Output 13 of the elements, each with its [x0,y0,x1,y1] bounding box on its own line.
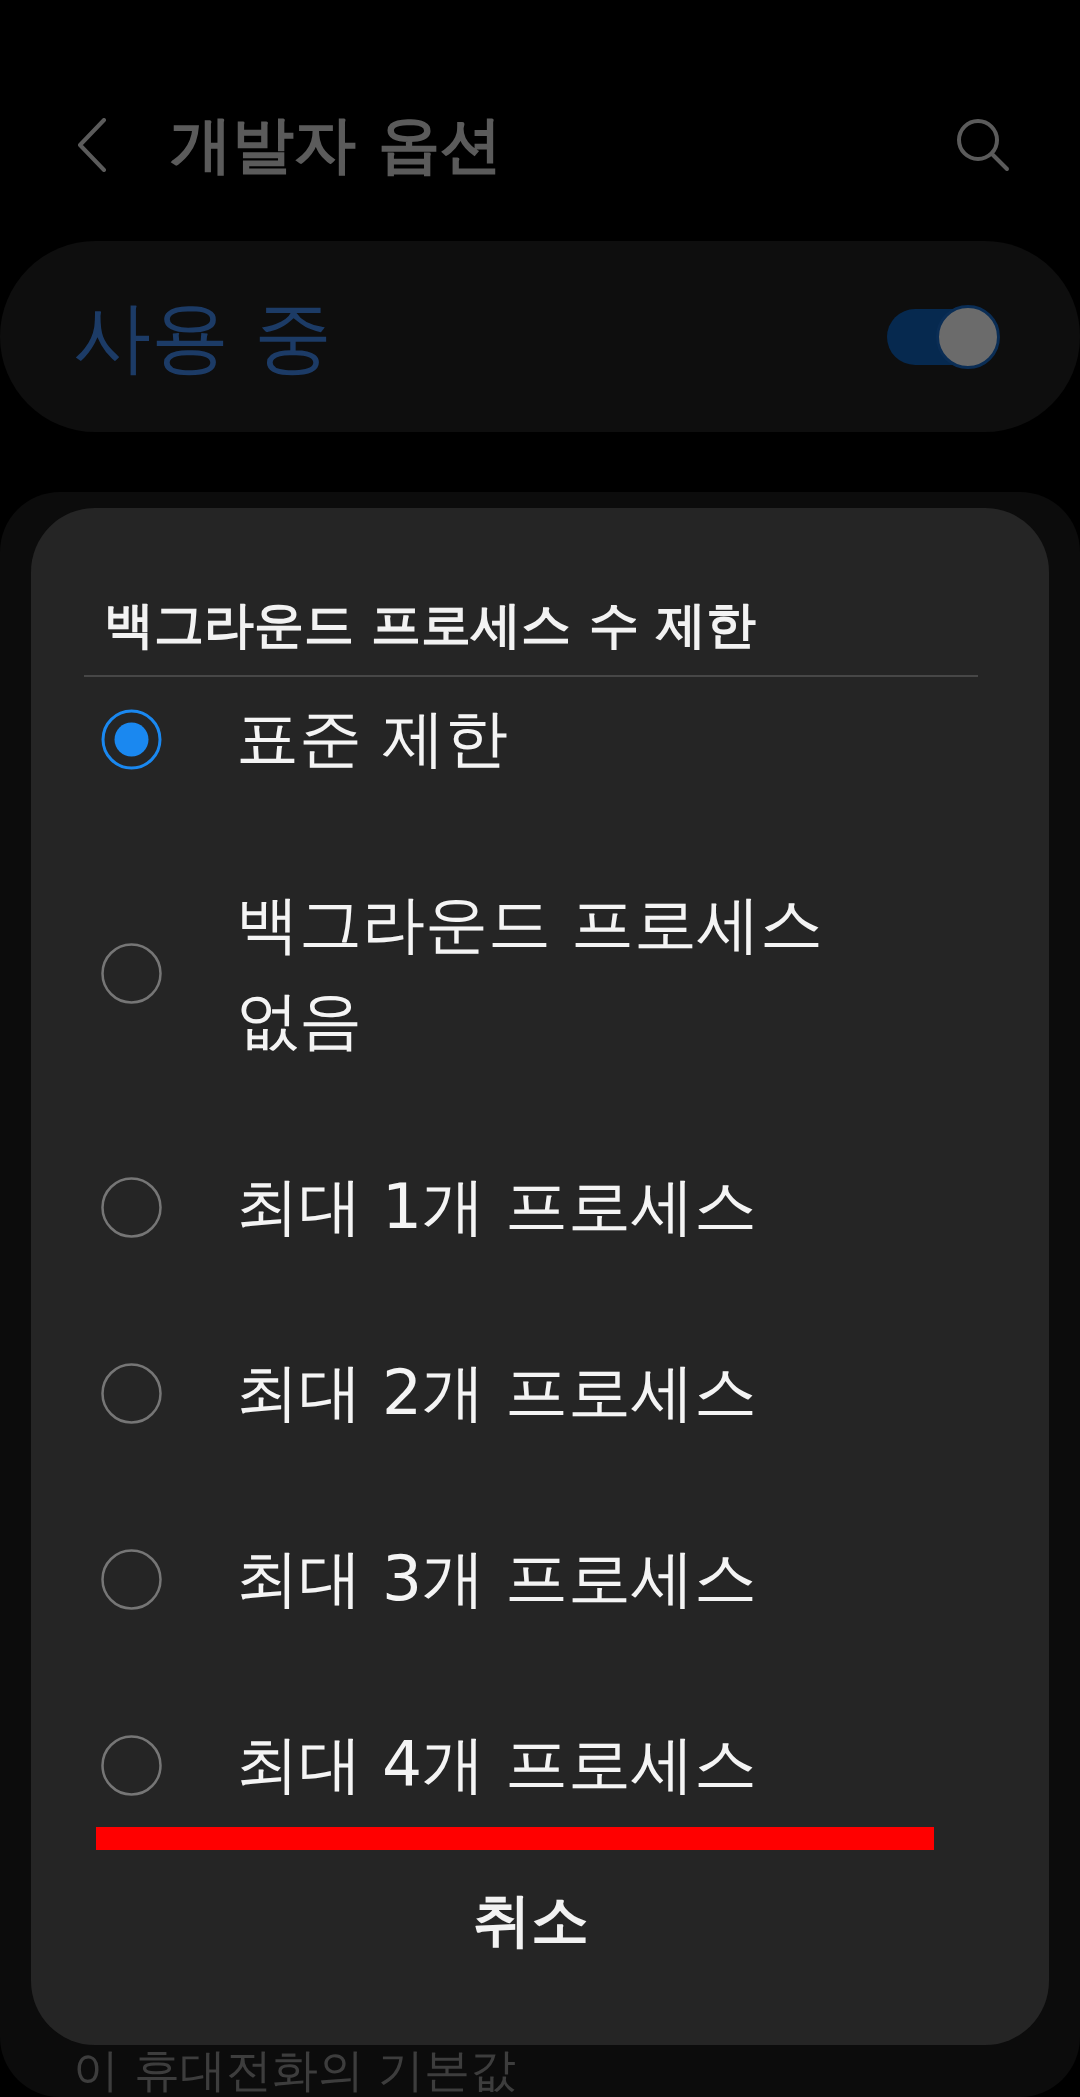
master-switch-label: 사용 중 [73,291,332,382]
radio-option[interactable]: 최대 4개 프로세스 [84,1703,978,1827]
radio-option[interactable]: 최대 1개 프로세스 [84,1145,978,1269]
back-icon[interactable] [77,118,107,172]
radio-option[interactable]: 최대 3개 프로세스 [84,1517,978,1641]
dialog-title: 백그라운드 프로세스 수 제한 [104,595,757,655]
radio-option[interactable]: 표준 제한 [84,677,978,801]
page-title: 개발자 옵션 [170,110,502,180]
radio-option[interactable]: 백그라운드 프로세스 없음 [84,863,978,1083]
toggle-switch[interactable] [887,304,1000,369]
cancel-button[interactable]: 취소 [433,1867,629,1974]
radio-option[interactable]: 최대 2개 프로세스 [84,1331,978,1455]
search-icon[interactable] [956,118,1010,172]
